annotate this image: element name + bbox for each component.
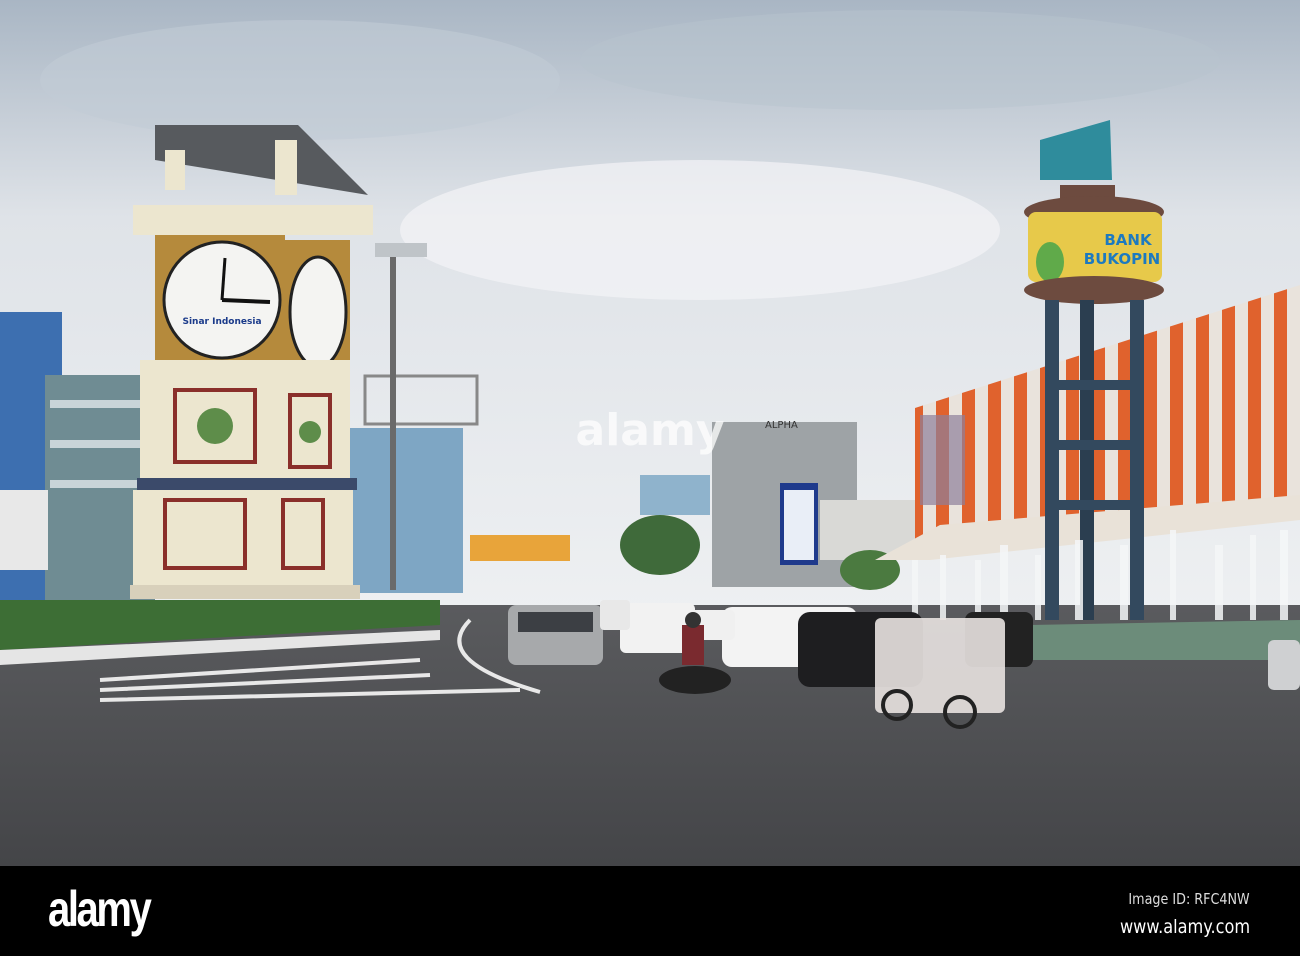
hotel-sign: ALPHA [765,420,798,431]
clock-brand: Sinar Indonesia [182,317,261,327]
watermark: alamy [576,405,725,456]
bank-sign-line1: BANK [1104,231,1153,249]
footer-bar: alamy Image ID: RFC4NW www.alamy.com [0,866,1300,956]
street-photo: ALPHA Sinar Indonesia BANK BUKOPIN alamy [0,0,1300,866]
website-link[interactable]: www.alamy.com [1120,916,1250,938]
bank-sign-line2: BUKOPIN [1084,250,1160,268]
image-id: Image ID: RFC4NW [1128,890,1250,908]
alamy-logo[interactable]: alamy [48,880,152,938]
